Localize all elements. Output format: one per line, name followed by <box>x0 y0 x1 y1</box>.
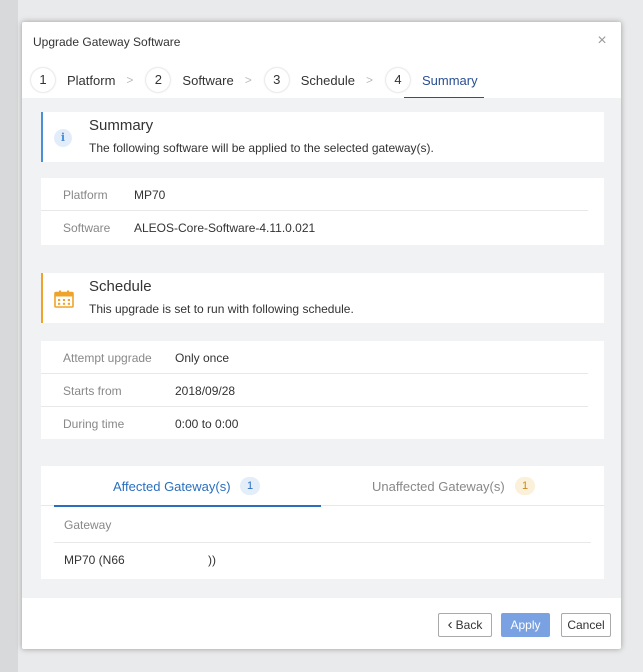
upgrade-gateway-dialog: Upgrade Gateway Software × 1 Platform > … <box>22 22 621 649</box>
dialog-header: Upgrade Gateway Software × <box>22 22 621 64</box>
detail-key: Platform <box>63 188 108 202</box>
back-button[interactable]: ‹ Back <box>438 613 492 637</box>
gateway-name-suffix: )) <box>208 553 216 567</box>
step-label: Schedule <box>300 72 355 88</box>
detail-key: Attempt upgrade <box>63 351 152 365</box>
detail-row-during-time: During time 0:00 to 0:00 <box>41 407 588 440</box>
detail-value: 2018/09/28 <box>175 384 236 398</box>
detail-key: During time <box>63 417 125 431</box>
summary-title: Summary <box>89 117 154 134</box>
step-number: 1 <box>31 68 55 92</box>
detail-key: Starts from <box>63 384 122 398</box>
gateway-table-header: Gateway <box>54 506 591 543</box>
step-label: Summary <box>421 72 478 88</box>
step-number: 3 <box>264 68 289 92</box>
gateway-tabs-card: Affected Gateway(s) 1 Unaffected Gateway… <box>41 466 604 579</box>
summary-description: The following software will be applied t… <box>89 141 434 155</box>
cancel-button[interactable]: Cancel <box>561 613 611 637</box>
dialog-title: Upgrade Gateway Software <box>33 35 181 49</box>
schedule-title: Schedule <box>89 278 152 295</box>
step-summary[interactable]: 4 Summary <box>385 64 484 99</box>
schedule-description: This upgrade is set to run with followin… <box>89 302 354 316</box>
step-number: 4 <box>385 68 410 92</box>
detail-value: Only once <box>175 351 230 365</box>
schedule-banner: Schedule This upgrade is set to run with… <box>41 273 604 323</box>
detail-key: Software <box>63 221 111 235</box>
table-row[interactable]: MP70 (N66 )) <box>54 543 591 575</box>
step-software[interactable]: 2 Software <box>146 64 234 96</box>
tab-affected-gateways[interactable]: Affected Gateway(s) 1 <box>54 466 321 507</box>
apply-button[interactable]: Apply <box>501 613 550 637</box>
summary-details: Platform MP70 Software ALEOS-Core-Softwa… <box>41 178 604 245</box>
count-badge: 1 <box>515 477 535 495</box>
tab-unaffected-gateways[interactable]: Unaffected Gateway(s) 1 <box>321 466 591 506</box>
chevron-left-icon: ‹ <box>447 616 453 633</box>
gateway-tabs: Affected Gateway(s) 1 Unaffected Gateway… <box>41 466 604 507</box>
background-page <box>0 0 18 672</box>
detail-row-attempt-upgrade: Attempt upgrade Only once <box>41 341 588 374</box>
chevron-right-icon: > <box>244 73 252 87</box>
step-platform[interactable]: 1 Platform <box>31 64 115 96</box>
step-label: Platform <box>67 72 116 88</box>
chevron-right-icon: > <box>126 73 134 87</box>
step-label: Software <box>182 72 234 88</box>
detail-value: 0:00 to 0:00 <box>175 417 239 431</box>
info-icon: i <box>54 129 72 147</box>
column-header-gateway: Gateway <box>64 518 112 532</box>
back-label: Back <box>455 618 483 632</box>
detail-row-starts-from: Starts from 2018/09/28 <box>41 374 588 407</box>
count-badge: 1 <box>240 477 260 495</box>
dialog-content: i Summary The following software will be… <box>22 98 621 598</box>
calendar-icon <box>54 290 74 308</box>
detail-value: ALEOS-Core-Software-4.11.0.021 <box>134 221 316 235</box>
gateway-name: MP70 (N66 <box>64 553 125 567</box>
wizard-steps: 1 Platform > 2 Software > 3 Schedule > 4… <box>22 64 621 99</box>
close-icon[interactable]: × <box>595 33 609 49</box>
tab-label: Unaffected Gateway(s) <box>372 479 505 494</box>
detail-row-software: Software ALEOS-Core-Software-4.11.0.021 <box>41 211 588 244</box>
chevron-right-icon: > <box>365 73 373 87</box>
detail-row-platform: Platform MP70 <box>41 178 588 211</box>
schedule-details: Attempt upgrade Only once Starts from 20… <box>41 341 604 439</box>
detail-value: MP70 <box>134 188 166 202</box>
tab-label: Affected Gateway(s) <box>113 479 231 494</box>
step-number: 2 <box>146 68 171 92</box>
summary-banner: i Summary The following software will be… <box>41 112 604 162</box>
step-schedule[interactable]: 3 Schedule <box>264 64 355 96</box>
